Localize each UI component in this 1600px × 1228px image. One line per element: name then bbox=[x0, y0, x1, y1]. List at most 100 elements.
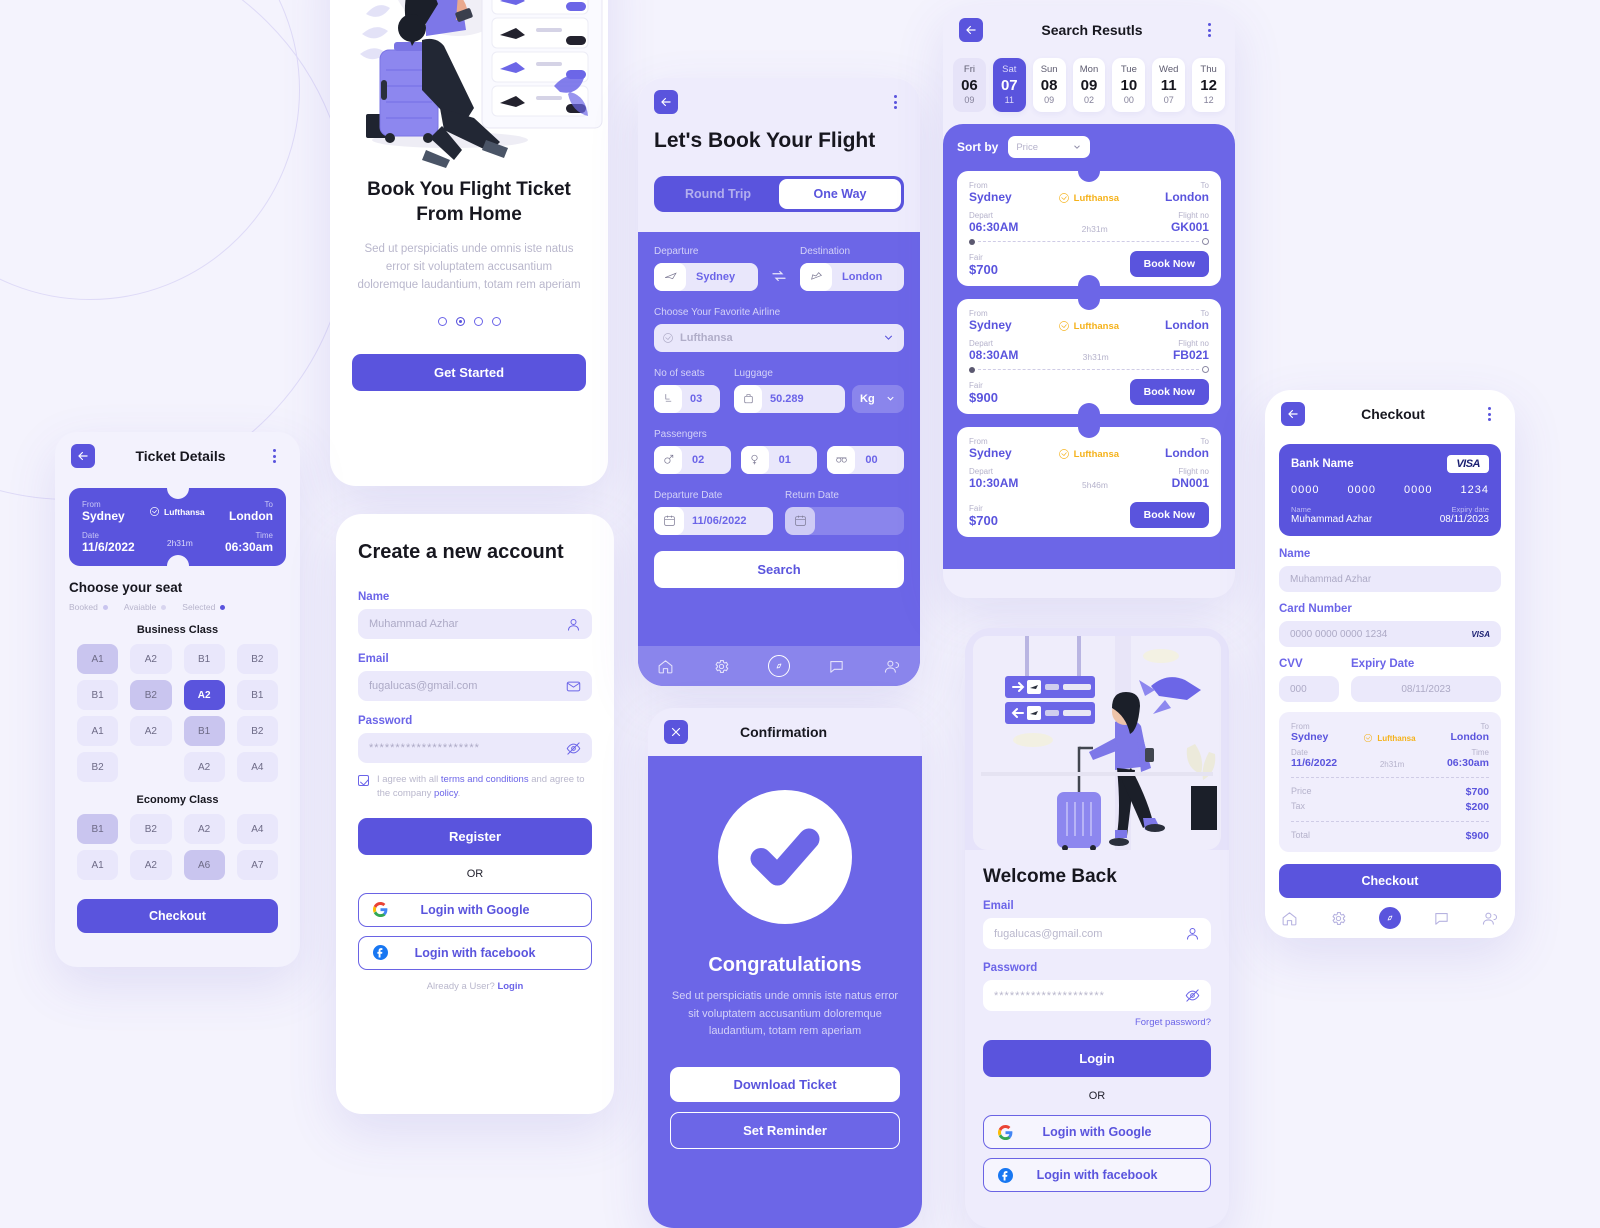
chat-icon[interactable] bbox=[1433, 910, 1450, 927]
seat[interactable]: A1 bbox=[77, 850, 119, 880]
login-google-button[interactable]: Login with Google bbox=[983, 1115, 1211, 1149]
login-google-button[interactable]: Login with Google bbox=[358, 892, 592, 927]
seat[interactable]: A2 bbox=[130, 716, 172, 746]
seat[interactable]: B2 bbox=[236, 644, 278, 674]
download-ticket-button[interactable]: Download Ticket bbox=[670, 1066, 900, 1102]
close-button[interactable] bbox=[664, 720, 688, 744]
back-button[interactable] bbox=[654, 90, 678, 114]
login-facebook-button[interactable]: Login with facebook bbox=[358, 935, 592, 970]
terms-link[interactable]: terms and conditions bbox=[441, 774, 529, 785]
sort-select[interactable]: Price bbox=[1008, 136, 1091, 158]
card-number-input[interactable]: 0000 0000 0000 1234 VISA bbox=[1279, 621, 1501, 647]
departure-input[interactable]: Sydney bbox=[654, 262, 758, 291]
luggage-unit-select[interactable]: Kg bbox=[852, 384, 904, 413]
date-strip[interactable]: Fri 06 09 Sat 07 11 Sun 08 09 Mon 09 02 … bbox=[943, 54, 1235, 124]
login-facebook-button[interactable]: Login with facebook bbox=[983, 1158, 1211, 1192]
checkout-button[interactable]: Checkout bbox=[1279, 864, 1501, 898]
terms-agreement-row[interactable]: I agree with all terms and conditions an… bbox=[336, 763, 614, 802]
pagination-dot[interactable] bbox=[473, 316, 483, 326]
seat[interactable]: B1 bbox=[77, 814, 119, 844]
more-options-icon[interactable] bbox=[266, 449, 284, 463]
seats-input[interactable]: 03 bbox=[654, 384, 720, 413]
policy-link[interactable]: policy bbox=[434, 788, 458, 799]
passengers-female-input[interactable]: 01 bbox=[740, 445, 818, 474]
gear-icon[interactable] bbox=[1330, 910, 1347, 927]
flight-result-card[interactable]: From Sydney Lufthansa To London Depart 06:3… bbox=[957, 171, 1221, 286]
more-options-icon[interactable] bbox=[886, 95, 904, 109]
chevron-down-icon[interactable] bbox=[882, 331, 895, 344]
seat-selected[interactable]: A2 bbox=[183, 680, 225, 710]
terms-checkbox[interactable] bbox=[358, 775, 369, 786]
airline-select[interactable]: Lufthansa bbox=[654, 323, 904, 352]
destination-input[interactable]: London bbox=[800, 262, 904, 291]
departure-date-input[interactable]: 11/06/2022 bbox=[654, 506, 773, 535]
set-reminder-button[interactable]: Set Reminder bbox=[670, 1111, 900, 1149]
forget-password-link[interactable]: Forget password? bbox=[983, 1017, 1211, 1028]
email-input[interactable]: fugalucas@gmail.com bbox=[358, 671, 592, 701]
compass-icon[interactable] bbox=[1379, 907, 1401, 929]
chat-icon[interactable] bbox=[828, 658, 845, 675]
tab-one-way[interactable]: One Way bbox=[779, 178, 901, 209]
gear-icon[interactable] bbox=[713, 658, 730, 675]
business-class-seat-grid[interactable]: A1 A2 B1 B2 B1 B2 A2 B1 A1 A2 B1 B2 B2 A… bbox=[55, 636, 300, 782]
seat[interactable]: A4 bbox=[236, 752, 278, 782]
bottom-navbar[interactable] bbox=[638, 646, 920, 686]
date-cell[interactable]: Thu 12 12 bbox=[1192, 58, 1226, 112]
chevron-down-icon[interactable] bbox=[1072, 142, 1082, 152]
pagination-dot[interactable] bbox=[437, 316, 447, 326]
seat[interactable]: A2 bbox=[130, 644, 172, 674]
more-options-icon[interactable] bbox=[1201, 23, 1219, 37]
email-input[interactable]: fugalucas@gmail.com bbox=[983, 918, 1211, 949]
economy-class-seat-grid[interactable]: B1 B2 A2 A4 A1 A2 A6 A7 bbox=[55, 806, 300, 880]
back-button[interactable] bbox=[71, 444, 95, 468]
flight-result-card[interactable]: From Sydney Lufthansa To London Depart 10:3… bbox=[957, 427, 1221, 537]
login-button[interactable]: Login bbox=[983, 1040, 1211, 1077]
password-input[interactable]: ********************* bbox=[358, 733, 592, 763]
people-icon[interactable] bbox=[1482, 910, 1499, 927]
date-cell[interactable]: Mon 09 02 bbox=[1072, 58, 1106, 112]
swap-button[interactable] bbox=[768, 265, 790, 287]
seat[interactable]: A7 bbox=[236, 850, 278, 880]
book-now-button[interactable]: Book Now bbox=[1129, 502, 1209, 528]
cvv-input[interactable]: 000 bbox=[1279, 676, 1339, 702]
trip-type-toggle[interactable]: Round Trip One Way bbox=[654, 175, 904, 212]
search-button[interactable]: Search bbox=[654, 550, 904, 588]
luggage-input[interactable]: 50.289 bbox=[734, 384, 845, 413]
seat[interactable]: A4 bbox=[236, 814, 278, 844]
chevron-down-icon[interactable] bbox=[885, 393, 896, 404]
expiry-input[interactable]: 08/11/2023 bbox=[1351, 676, 1501, 702]
seat[interactable]: B2 bbox=[77, 752, 119, 782]
return-date-input[interactable] bbox=[785, 506, 904, 535]
seat[interactable]: A1 bbox=[77, 644, 119, 674]
register-button[interactable]: Register bbox=[358, 817, 592, 855]
date-cell[interactable]: Fri 06 09 bbox=[953, 58, 986, 112]
seat[interactable]: B2 bbox=[130, 680, 172, 710]
seat[interactable]: B1 bbox=[77, 680, 119, 710]
more-options-icon[interactable] bbox=[1481, 407, 1499, 421]
pagination-dot[interactable] bbox=[491, 316, 501, 326]
home-icon[interactable] bbox=[1281, 910, 1298, 927]
back-button[interactable] bbox=[959, 18, 983, 42]
seat[interactable]: B1 bbox=[183, 644, 225, 674]
get-started-button[interactable]: Get Started bbox=[352, 353, 586, 391]
date-cell[interactable]: Sun 08 09 bbox=[1032, 58, 1066, 112]
login-link[interactable]: Login bbox=[497, 981, 523, 992]
seat[interactable]: B2 bbox=[130, 814, 172, 844]
date-cell[interactable]: Tue 10 00 bbox=[1112, 58, 1146, 112]
pagination-dot-active[interactable] bbox=[455, 316, 465, 326]
seat[interactable]: A1 bbox=[77, 716, 119, 746]
checkout-button[interactable]: Checkout bbox=[77, 899, 278, 933]
date-cell[interactable]: Wed 11 07 bbox=[1152, 58, 1186, 112]
bottom-navbar[interactable] bbox=[1265, 898, 1515, 938]
seat[interactable]: B2 bbox=[236, 716, 278, 746]
seat[interactable]: A2 bbox=[183, 814, 225, 844]
seat[interactable]: B1 bbox=[236, 680, 278, 710]
onboarding-pagination-dots[interactable] bbox=[330, 316, 608, 326]
compass-icon[interactable] bbox=[767, 655, 790, 677]
seat[interactable]: A2 bbox=[183, 752, 225, 782]
seat[interactable]: A6 bbox=[183, 850, 225, 880]
password-input[interactable]: ********************* bbox=[983, 980, 1211, 1011]
book-now-button[interactable]: Book Now bbox=[1129, 251, 1209, 277]
name-input[interactable]: Muhammad Azhar bbox=[1279, 566, 1501, 592]
home-icon[interactable] bbox=[657, 658, 674, 675]
